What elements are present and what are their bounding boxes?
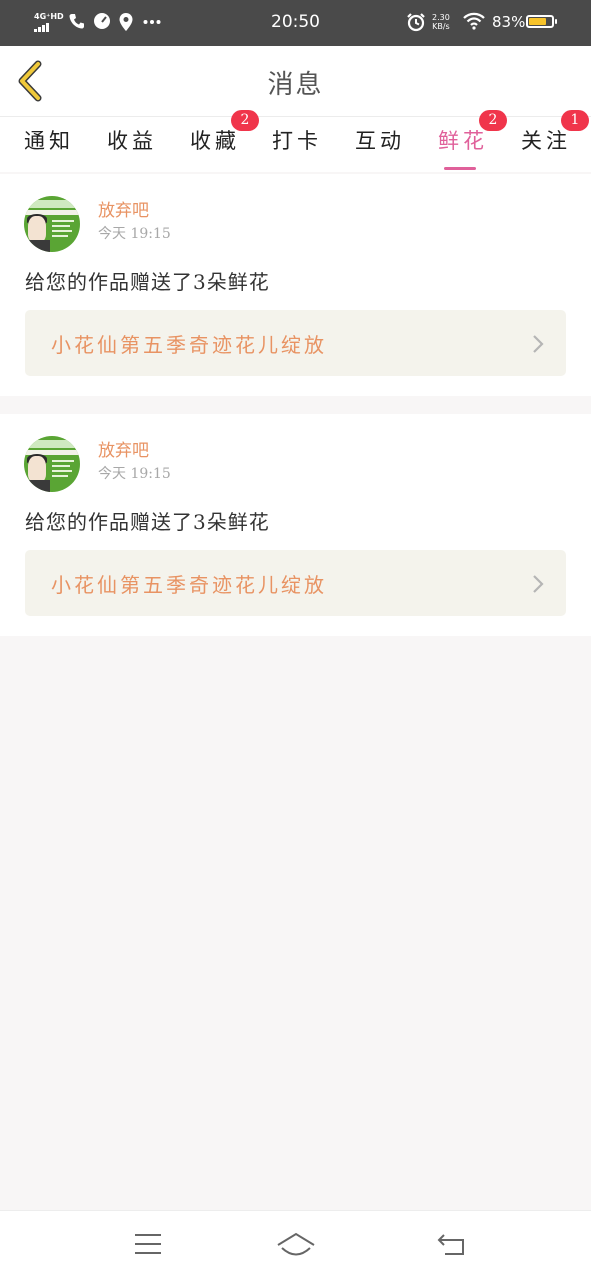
tab-label: 关注 xyxy=(521,129,571,153)
back-nav-icon[interactable] xyxy=(436,1231,466,1257)
tab-label: 收益 xyxy=(107,129,157,153)
tab-checkin[interactable]: 打卡 xyxy=(272,125,322,155)
username[interactable]: 放弃吧 xyxy=(98,196,149,221)
avatar[interactable] xyxy=(24,436,80,492)
tab-label: 通知 xyxy=(24,129,74,153)
tab-earnings[interactable]: 收益 xyxy=(107,125,157,155)
network-speed: 2.30 KB/s xyxy=(432,13,450,31)
status-bar: 4G⁺HD 20:50 2.30 KB/s 83% xyxy=(0,0,591,46)
avatar[interactable] xyxy=(24,196,80,252)
follows-badge: 1 xyxy=(561,110,589,131)
work-link[interactable]: 小花仙第五季奇迹花儿绽放 xyxy=(25,550,566,616)
tab-notifications[interactable]: 通知 xyxy=(24,125,74,155)
message-text: 给您的作品赠送了3朵鲜花 xyxy=(25,270,270,294)
top-bar: 消息 xyxy=(0,46,591,117)
menu-icon[interactable] xyxy=(134,1231,162,1257)
tab-interactions[interactable]: 互动 xyxy=(355,125,405,155)
alarm-icon xyxy=(407,13,425,32)
chevron-right-icon xyxy=(533,335,544,353)
tab-label: 互动 xyxy=(355,129,405,153)
home-icon[interactable] xyxy=(276,1231,316,1259)
work-title: 小花仙第五季奇迹花儿绽放 xyxy=(51,333,327,357)
work-link[interactable]: 小花仙第五季奇迹花儿绽放 xyxy=(25,310,566,376)
chevron-right-icon xyxy=(533,575,544,593)
flowers-badge: 2 xyxy=(479,110,507,131)
page-title: 消息 xyxy=(267,70,324,100)
message-card: 放弃吧 今天 19:15 给您的作品赠送了3朵鲜花 小花仙第五季奇迹花儿绽放 xyxy=(0,174,591,396)
system-nav-bar xyxy=(0,1210,591,1281)
tab-flowers[interactable]: 鲜花 xyxy=(438,125,488,170)
favorites-badge: 2 xyxy=(231,110,259,131)
message-card: 放弃吧 今天 19:15 给您的作品赠送了3朵鲜花 小花仙第五季奇迹花儿绽放 xyxy=(0,414,591,636)
tab-label: 收藏 xyxy=(190,129,240,153)
wifi-icon xyxy=(463,12,485,30)
tab-label: 打卡 xyxy=(272,129,322,153)
tab-follows[interactable]: 关注 xyxy=(521,125,571,155)
tab-favorites[interactable]: 收藏 xyxy=(190,125,240,155)
battery-percentage: 83% xyxy=(492,13,526,31)
message-time: 今天 19:15 xyxy=(98,466,171,482)
speed-unit: KB/s xyxy=(432,22,450,31)
work-title: 小花仙第五季奇迹花儿绽放 xyxy=(51,573,327,597)
battery-fill xyxy=(529,18,546,25)
username[interactable]: 放弃吧 xyxy=(98,436,149,461)
active-tab-indicator xyxy=(444,167,476,170)
battery-icon xyxy=(526,15,557,28)
message-text: 给您的作品赠送了3朵鲜花 xyxy=(25,510,270,534)
speed-value: 2.30 xyxy=(432,13,450,22)
message-time: 今天 19:15 xyxy=(98,226,171,242)
tab-label: 鲜花 xyxy=(438,129,488,153)
tab-bar: 通知 收益 收藏 2 打卡 互动 鲜花 2 关注 1 xyxy=(0,110,591,172)
